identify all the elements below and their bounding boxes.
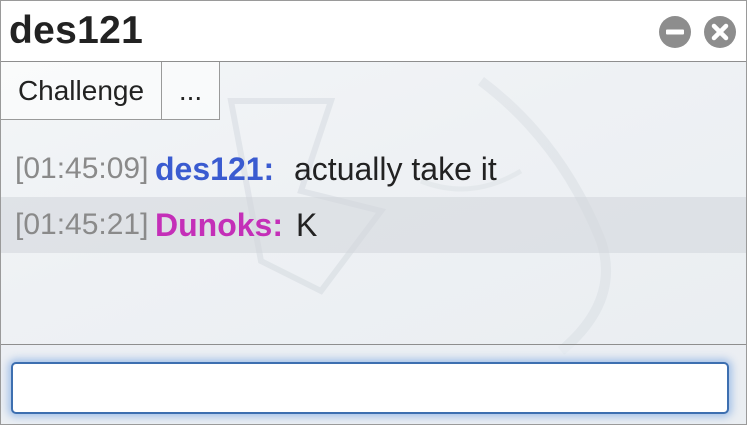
message-timestamp: [01:45:21] [15,208,149,241]
chat-log: [01:45:09] des121: actually take it [01:… [1,141,746,253]
more-options-button[interactable]: ... [161,62,220,120]
message-text: K [296,207,318,243]
close-circle-icon [711,23,729,41]
challenge-button[interactable]: Challenge [1,62,162,120]
minimize-button[interactable] [659,16,691,48]
close-button[interactable] [704,16,736,48]
chat-message: [01:45:21] Dunoks: K [1,197,746,253]
chat-input[interactable] [11,362,729,414]
message-timestamp: [01:45:09] [15,152,149,185]
chat-window: des121 Challenge ... [01:45:09] des121: … [0,0,747,425]
message-username[interactable]: des121: [155,141,274,197]
chat-message: [01:45:09] des121: actually take it [1,141,746,197]
message-username[interactable]: Dunoks: [155,197,283,253]
title-bar: des121 [1,1,746,62]
window-title: des121 [9,9,144,52]
minus-circle-icon [666,29,684,35]
message-text: actually take it [294,151,497,187]
chat-input-area [1,344,746,424]
